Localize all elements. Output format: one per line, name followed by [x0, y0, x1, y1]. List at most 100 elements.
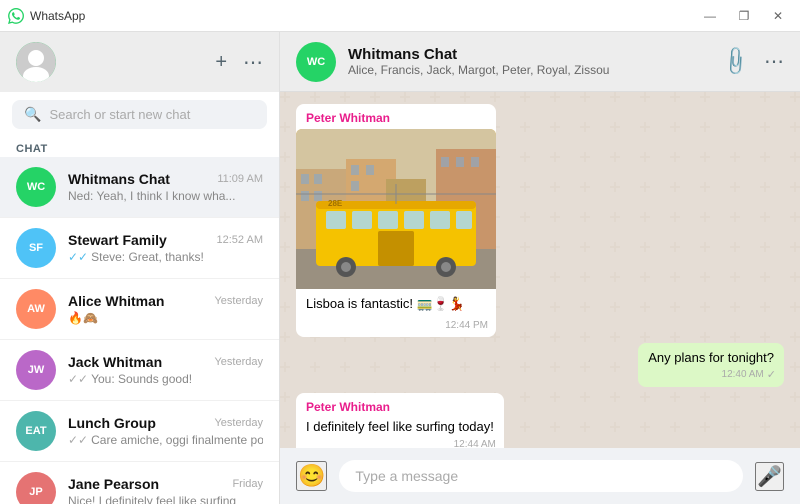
bubble-text: Any plans for tonight?: [648, 349, 774, 367]
chat-name-row: Lunch Group Yesterday: [68, 415, 263, 431]
chat-avatar: EAT: [16, 411, 56, 451]
section-label: chat: [0, 137, 279, 157]
message-image: 28E: [296, 129, 496, 289]
chat-info: Whitmans Chat 11:09 AM Ned: Yeah, I thin…: [68, 171, 263, 203]
close-button[interactable]: ✕: [764, 6, 792, 26]
search-bar: 🔍: [0, 92, 279, 137]
whatsapp-icon: [8, 8, 24, 24]
chat-name-row: Jane Pearson Friday: [68, 476, 263, 492]
chat-avatar: SF: [16, 228, 56, 268]
chat-item-jack[interactable]: JW Jack Whitman Yesterday ✓✓ You: Sounds…: [0, 340, 279, 401]
chat-preview: Nice! I definitely feel like surfing: [68, 494, 263, 504]
sidebar: + ⋯ 🔍 chat WC Whitmans Chat 11:09 AM Ned…: [0, 32, 280, 504]
chat-list: WC Whitmans Chat 11:09 AM Ned: Yeah, I t…: [0, 157, 279, 504]
chat-avatar: WC: [16, 167, 56, 207]
new-chat-button[interactable]: +: [215, 50, 227, 75]
minimize-button[interactable]: —: [696, 6, 724, 26]
chat-preview: ✓✓ You: Sounds good!: [68, 372, 263, 386]
app-container: + ⋯ 🔍 chat WC Whitmans Chat 11:09 AM Ned…: [0, 32, 800, 504]
chat-preview: Ned: Yeah, I think I know wha...: [68, 189, 263, 203]
chat-avatar: JP: [16, 472, 56, 504]
sidebar-actions: + ⋯: [215, 50, 263, 75]
message-msg3: Peter Whitman I definitely feel like sur…: [296, 393, 504, 448]
tick-icon: ✓: [767, 368, 776, 383]
bubble-time: 12:44 AM: [454, 438, 496, 448]
window-controls: — ❐ ✕: [696, 6, 792, 26]
restore-button[interactable]: ❐: [730, 6, 758, 26]
tick-icon: ✓✓: [68, 250, 88, 264]
chat-avatar: AW: [16, 289, 56, 329]
chat-info: Alice Whitman Yesterday 🔥🙈: [68, 293, 263, 325]
preview-text: You: Sounds good!: [91, 372, 192, 386]
emoji-button[interactable]: 😊: [296, 461, 327, 491]
chat-avatar: JW: [16, 350, 56, 390]
preview-text: Nice! I definitely feel like surfing: [68, 494, 236, 504]
search-input-wrap[interactable]: 🔍: [12, 100, 267, 129]
chat-name: Stewart Family: [68, 232, 167, 248]
chat-name: Jack Whitman: [68, 354, 162, 370]
chat-time: 11:09 AM: [217, 173, 263, 185]
svg-text:28E: 28E: [328, 199, 343, 208]
chat-time: 12:52 AM: [217, 234, 263, 246]
sidebar-header: + ⋯: [0, 32, 279, 92]
bubble-text: Lisboa is fantastic! 🚃🍷💃: [296, 289, 496, 317]
chat-item-lunch[interactable]: EAT Lunch Group Yesterday ✓✓ Care amiche…: [0, 401, 279, 462]
chat-item-jane[interactable]: JP Jane Pearson Friday Nice! I definitel…: [0, 462, 279, 504]
messages-area: Peter Whitman: [280, 92, 800, 448]
bubble-outgoing: Any plans for tonight? 12:40 AM ✓: [638, 343, 784, 387]
tick-icon: ✓✓: [68, 372, 88, 386]
bubble-incoming: Peter Whitman: [296, 104, 496, 337]
chat-name: Alice Whitman: [68, 293, 164, 309]
tick-icon: ✓✓: [68, 433, 88, 447]
chat-members: Alice, Francis, Jack, Margot, Peter, Roy…: [348, 63, 711, 77]
chat-header: WC Whitmans Chat Alice, Francis, Jack, M…: [280, 32, 800, 92]
chat-name-row: Jack Whitman Yesterday: [68, 354, 263, 370]
chat-name-row: Alice Whitman Yesterday: [68, 293, 263, 309]
chat-preview: ✓✓ Steve: Great, thanks!: [68, 250, 263, 264]
preview-text: Ned: Yeah, I think I know wha...: [68, 189, 235, 203]
chat-info: Jane Pearson Friday Nice! I definitely f…: [68, 476, 263, 504]
input-area: 😊 🎤: [280, 448, 800, 504]
chat-time: Yesterday: [214, 417, 263, 429]
bubble-time: 12:44 PM: [445, 319, 488, 333]
group-avatar: WC: [296, 42, 336, 82]
chat-name-row: Stewart Family 12:52 AM: [68, 232, 263, 248]
preview-text: Care amiche, oggi finalmente posso: [91, 433, 263, 447]
chat-time: Friday: [232, 478, 263, 490]
chat-area: WC Whitmans Chat Alice, Francis, Jack, M…: [280, 32, 800, 504]
chat-preview: ✓✓ Care amiche, oggi finalmente posso: [68, 433, 263, 447]
search-icon: 🔍: [24, 106, 41, 123]
chat-item-alice[interactable]: AW Alice Whitman Yesterday 🔥🙈: [0, 279, 279, 340]
chat-header-info: Whitmans Chat Alice, Francis, Jack, Marg…: [348, 46, 711, 77]
message-msg2: Any plans for tonight? 12:40 AM ✓: [638, 343, 784, 387]
chat-info: Lunch Group Yesterday ✓✓ Care amiche, og…: [68, 415, 263, 447]
chat-time: Yesterday: [214, 295, 263, 307]
chat-name: Whitmans Chat: [68, 171, 170, 187]
chat-name: Lunch Group: [68, 415, 156, 431]
bubble-text: I definitely feel like surfing today!: [306, 418, 494, 436]
preview-text: Steve: Great, thanks!: [91, 250, 204, 264]
chat-header-actions: 📎 ⋯: [723, 49, 784, 74]
chat-item-whitmans[interactable]: WC Whitmans Chat 11:09 AM Ned: Yeah, I t…: [0, 157, 279, 218]
app-title: WhatsApp: [30, 9, 696, 23]
bubble-time: 12:40 AM ✓: [722, 368, 776, 383]
search-input[interactable]: [49, 107, 255, 122]
menu-button[interactable]: ⋯: [243, 50, 263, 75]
preview-text: 🔥🙈: [68, 311, 98, 325]
bubble-incoming: Peter Whitman I definitely feel like sur…: [296, 393, 504, 448]
chat-name-row: Whitmans Chat 11:09 AM: [68, 171, 263, 187]
chat-info: Jack Whitman Yesterday ✓✓ You: Sounds go…: [68, 354, 263, 386]
bubble-sender: Peter Whitman: [306, 399, 494, 416]
title-bar: WhatsApp — ❐ ✕: [0, 0, 800, 32]
attach-button[interactable]: 📎: [718, 44, 753, 79]
user-avatar[interactable]: [16, 42, 56, 82]
chat-preview: 🔥🙈: [68, 311, 263, 325]
chat-name: Whitmans Chat: [348, 46, 711, 63]
message-msg1: Peter Whitman: [296, 104, 496, 337]
chat-menu-button[interactable]: ⋯: [764, 49, 784, 74]
chat-time: Yesterday: [214, 356, 263, 368]
message-input[interactable]: [339, 460, 743, 492]
chat-item-stewart[interactable]: SF Stewart Family 12:52 AM ✓✓ Steve: Gre…: [0, 218, 279, 279]
chat-info: Stewart Family 12:52 AM ✓✓ Steve: Great,…: [68, 232, 263, 264]
mic-button[interactable]: 🎤: [755, 462, 784, 491]
